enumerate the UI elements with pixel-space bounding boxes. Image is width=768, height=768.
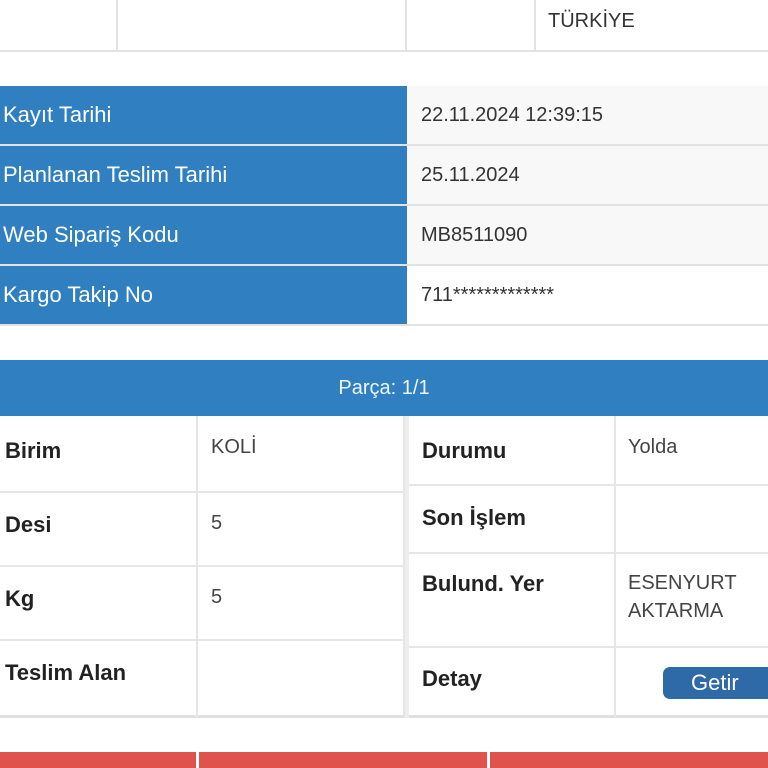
parts-label: Birim	[5, 438, 62, 463]
parts-value: 5	[211, 586, 223, 608]
info-value: MB8511090	[407, 206, 768, 264]
parts-value: Yolda	[628, 436, 678, 458]
parts-label-cell: Detay	[409, 648, 616, 718]
parts-label-cell: Teslim Alan	[0, 641, 198, 718]
column-divider	[405, 0, 407, 50]
info-row-kayit-tarihi: Kayıt Tarihi 22.11.2024 12:39:15	[0, 86, 768, 146]
info-label: Kayıt Tarihi	[0, 86, 410, 144]
parts-value: ESENYURT AKTARMA	[628, 572, 737, 622]
parts-label-cell: Kg	[0, 567, 198, 641]
parts-label-cell: Desi	[0, 493, 198, 567]
parts-label-cell: Birim	[0, 416, 198, 493]
parts-value: KOLİ	[211, 436, 257, 458]
info-value: 25.11.2024	[407, 146, 768, 204]
parts-label-cell: Durumu	[409, 416, 616, 486]
column-divider	[116, 0, 118, 50]
parts-label: Desi	[5, 512, 52, 537]
parts-value: 5	[211, 512, 223, 534]
info-row-planlanan-teslim: Planlanan Teslim Tarihi 25.11.2024	[0, 146, 768, 206]
parts-label: Detay	[422, 666, 482, 691]
parts-grid: Birim KOLİ Desi 5 Kg 5 Teslim Alan Durum…	[0, 416, 768, 718]
parca-header: Parça: 1/1	[0, 360, 768, 416]
info-label: Web Sipariş Kodu	[0, 206, 410, 264]
parts-label: Kg	[5, 586, 35, 611]
parts-label: Durumu	[422, 438, 507, 463]
parts-label-cell: Son İşlem	[409, 486, 616, 554]
parts-value-cell: 5	[198, 493, 405, 567]
column-divider	[534, 0, 536, 50]
info-label: Kargo Takip No	[0, 266, 410, 324]
info-label: Planlanan Teslim Tarihi	[0, 146, 410, 204]
parts-value-cell: KOLİ	[198, 416, 405, 493]
parts-label: Son İşlem	[422, 505, 526, 530]
parts-label: Bulund. Yer	[422, 571, 544, 596]
footer-red-cell	[199, 752, 487, 768]
parts-label: Teslim Alan	[5, 660, 127, 685]
footer-red-cell	[0, 752, 196, 768]
info-value: 22.11.2024 12:39:15	[407, 86, 768, 144]
parts-value-cell: Yolda	[616, 416, 768, 486]
parts-value-cell	[616, 486, 768, 554]
getir-button[interactable]: Getir	[663, 667, 768, 699]
parts-label-cell: Bulund. Yer	[409, 554, 616, 648]
parts-value-cell	[198, 641, 405, 718]
top-partial-row: TÜRKİYE	[0, 0, 768, 52]
info-value: 711*************	[407, 266, 768, 324]
parts-value-cell: ESENYURT AKTARMA	[616, 554, 768, 648]
info-row-kargo-takip-no: Kargo Takip No 711*************	[0, 266, 768, 326]
parts-value-cell: 5	[198, 567, 405, 641]
country-text: TÜRKİYE	[548, 10, 635, 32]
footer-red-cell	[490, 752, 768, 768]
info-row-web-siparis-kodu: Web Sipariş Kodu MB8511090	[0, 206, 768, 266]
